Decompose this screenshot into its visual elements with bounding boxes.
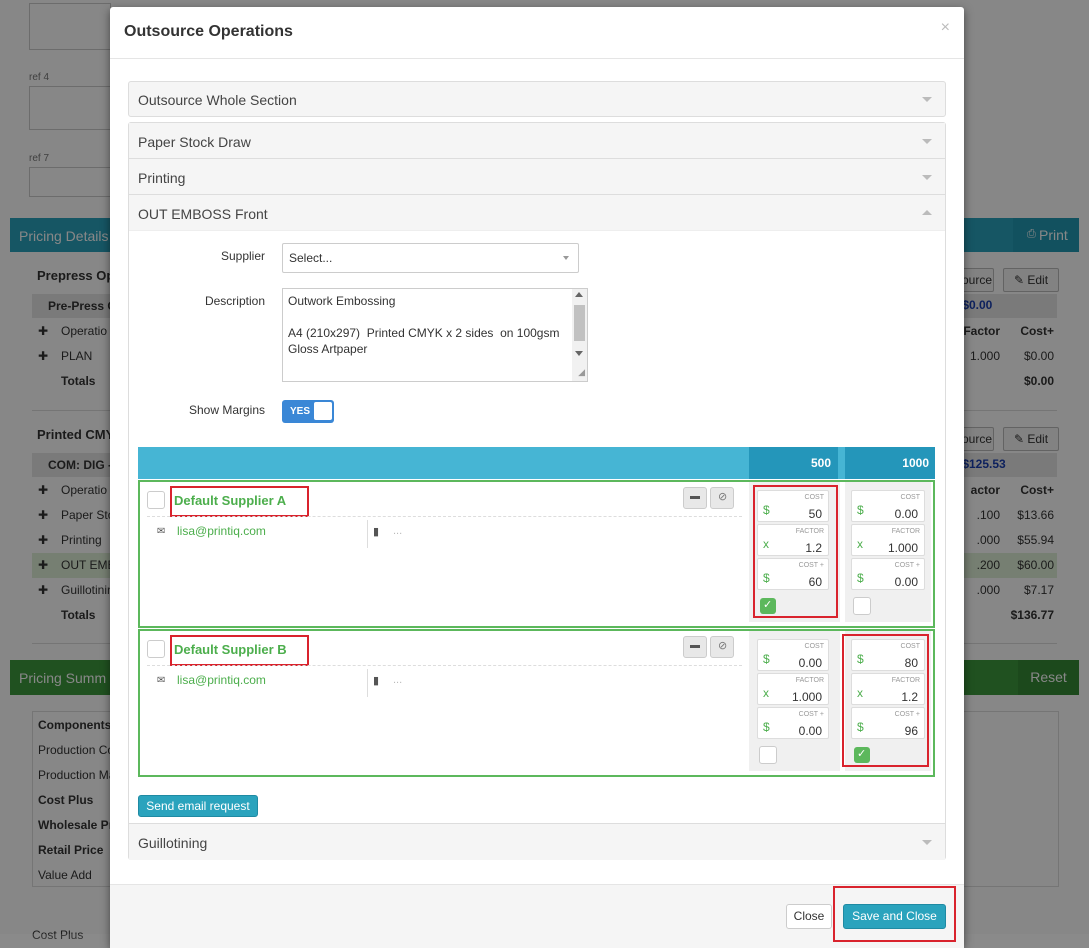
save-and-close-button[interactable]: Save and Close bbox=[843, 904, 946, 929]
description-label: Description bbox=[204, 294, 265, 308]
section-outsource-whole[interactable]: Outsource Whole Section bbox=[128, 81, 946, 117]
cost-plus-input[interactable]: $ COST + 0.00 bbox=[757, 707, 829, 739]
factor-input[interactable]: x FACTOR 1.2 bbox=[851, 673, 925, 705]
divider bbox=[367, 520, 368, 548]
attachment-button[interactable]: ⊘ bbox=[710, 636, 734, 658]
description-textarea[interactable]: Outwork Embossing A4 (210x297) Printed C… bbox=[282, 288, 588, 382]
notebook-icon: ▮ bbox=[373, 526, 380, 538]
supplier-b-note: ... bbox=[393, 674, 403, 686]
quantity-1000: 1000 bbox=[845, 447, 935, 479]
close-button[interactable]: Close bbox=[786, 904, 832, 929]
supplier-b-name: Default Supplier B bbox=[174, 642, 287, 657]
selected-check-icon[interactable] bbox=[854, 747, 870, 763]
chevron-down-icon bbox=[922, 139, 932, 144]
cost-plus-input[interactable]: $ COST + 96 bbox=[851, 707, 925, 739]
factor-input[interactable]: x FACTOR 1.000 bbox=[851, 524, 925, 556]
chevron-up-icon bbox=[922, 210, 932, 215]
supplier-b-checkbox[interactable] bbox=[147, 640, 165, 658]
selected-check-icon[interactable] bbox=[760, 598, 776, 614]
paperclip-icon: ⊘ bbox=[718, 491, 728, 503]
section-title: Printing bbox=[138, 170, 186, 186]
supplier-panel-a: Default Supplier A ▬ ⊘ ✉ lisa@printiq.co… bbox=[138, 480, 935, 628]
show-margins-toggle[interactable]: YES bbox=[282, 400, 334, 423]
cost-input[interactable]: $ COST 0.00 bbox=[851, 490, 925, 522]
section-title: OUT EMBOSS Front bbox=[138, 206, 268, 222]
scroll-up-icon[interactable] bbox=[575, 292, 583, 297]
supplier-a-name: Default Supplier A bbox=[174, 493, 287, 508]
supplier-a-checkbox[interactable] bbox=[147, 491, 165, 509]
supplier-b-email[interactable]: lisa@printiq.com bbox=[177, 673, 266, 687]
chevron-down-icon bbox=[922, 97, 932, 102]
cost-plus-input[interactable]: $ COST + 60 bbox=[757, 558, 829, 590]
attachment-button[interactable]: ⊘ bbox=[710, 487, 734, 509]
section-title: Outsource Whole Section bbox=[138, 92, 297, 108]
toggle-knob bbox=[314, 402, 332, 420]
factor-input[interactable]: x FACTOR 1.000 bbox=[757, 673, 829, 705]
quantity-header: 500 1000 bbox=[138, 447, 935, 479]
paperclip-icon: ⊘ bbox=[718, 640, 728, 652]
section-title: Guillotining bbox=[138, 835, 208, 851]
select-checkbox[interactable] bbox=[759, 746, 777, 764]
divider bbox=[147, 665, 742, 666]
select-checkbox[interactable] bbox=[853, 597, 871, 615]
cost-plus-input[interactable]: $ COST + 0.00 bbox=[851, 558, 925, 590]
qty-500-column: $ COST 50 x FACTOR 1.2 $ COST + 60 bbox=[749, 482, 840, 622]
cost-input[interactable]: $ COST 50 bbox=[757, 490, 829, 522]
qty-1000-column: $ COST 0.00 x FACTOR 1.000 $ COST + 0.00 bbox=[845, 482, 931, 622]
modal-title: Outsource Operations bbox=[124, 23, 293, 40]
section-group: Paper Stock Draw Printing OUT EMBOSS Fro… bbox=[128, 122, 946, 860]
section-title: Paper Stock Draw bbox=[138, 134, 251, 150]
notebook-icon: ▮ bbox=[373, 675, 380, 687]
cost-input[interactable]: $ COST 80 bbox=[851, 639, 925, 671]
modal-footer: Close Save and Close bbox=[110, 884, 964, 948]
envelope-icon: ✉ bbox=[157, 675, 166, 686]
supplier-select[interactable]: Select... bbox=[282, 243, 579, 273]
comment-icon: ▬ bbox=[690, 491, 700, 502]
envelope-icon: ✉ bbox=[157, 526, 166, 537]
factor-input[interactable]: x FACTOR 1.2 bbox=[757, 524, 829, 556]
send-email-request-button[interactable]: Send email request bbox=[138, 795, 258, 817]
chevron-down-icon bbox=[922, 840, 932, 845]
section-printing[interactable]: Printing bbox=[129, 159, 945, 195]
show-margins-label: Show Margins bbox=[188, 403, 265, 417]
chevron-down-icon bbox=[922, 175, 932, 180]
divider bbox=[147, 516, 742, 517]
quantity-500: 500 bbox=[749, 447, 838, 479]
supplier-label: Supplier bbox=[220, 249, 265, 263]
qty-500-column: $ COST 0.00 x FACTOR 1.000 $ COST + 0.00 bbox=[749, 631, 840, 771]
chevron-down-icon bbox=[563, 256, 569, 260]
divider bbox=[367, 669, 368, 697]
resize-handle-icon[interactable]: ◢ bbox=[578, 364, 585, 380]
cost-input[interactable]: $ COST 0.00 bbox=[757, 639, 829, 671]
outsource-operations-modal: Outsource Operations × Outsource Whole S… bbox=[110, 7, 964, 948]
modal-header: Outsource Operations × bbox=[110, 7, 964, 59]
comment-icon: ▬ bbox=[690, 640, 700, 651]
section-guillotining[interactable]: Guillotining bbox=[129, 823, 945, 860]
qty-1000-column: $ COST 80 x FACTOR 1.2 $ COST + 96 bbox=[842, 631, 931, 771]
comment-button[interactable]: ▬ bbox=[683, 487, 707, 509]
supplier-a-email[interactable]: lisa@printiq.com bbox=[177, 524, 266, 538]
scrollbar-thumb[interactable] bbox=[574, 305, 585, 341]
supplier-a-note: ... bbox=[393, 525, 403, 537]
scroll-down-icon[interactable] bbox=[575, 351, 583, 356]
section-out-emboss-front[interactable]: OUT EMBOSS Front bbox=[129, 195, 945, 231]
supplier-panel-b: Default Supplier B ▬ ⊘ ✉ lisa@printiq.co… bbox=[138, 629, 935, 777]
close-icon[interactable]: × bbox=[941, 19, 950, 37]
comment-button[interactable]: ▬ bbox=[683, 636, 707, 658]
section-paper-stock-draw[interactable]: Paper Stock Draw bbox=[129, 123, 945, 159]
